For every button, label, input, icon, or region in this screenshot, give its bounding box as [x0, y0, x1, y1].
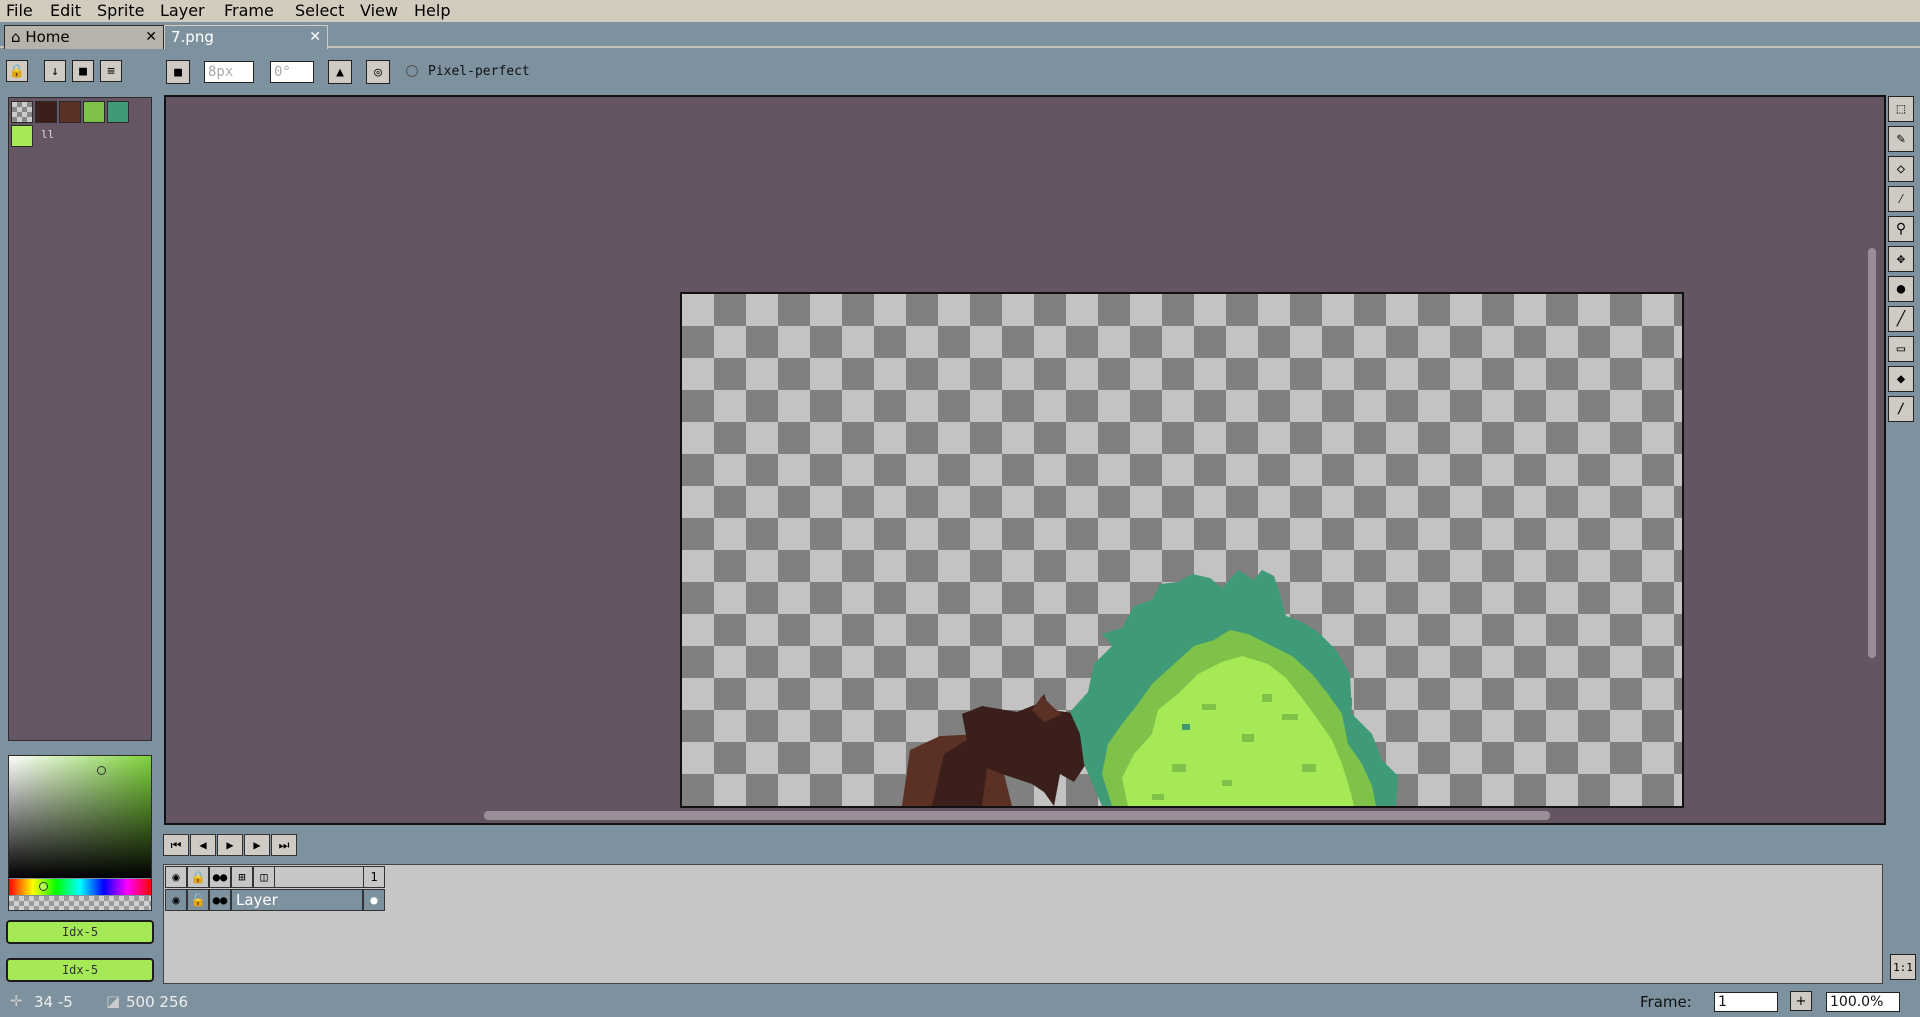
frame-label: Frame: [1640, 993, 1692, 1011]
sprite-size-icon: ◪ [106, 992, 121, 1010]
frame-header-1[interactable]: 1 [363, 866, 385, 888]
palette-swatch-2[interactable] [59, 101, 81, 123]
layer-group-icon[interactable]: ⊞ [231, 866, 253, 888]
cursor-position: 34 -5 [34, 993, 73, 1011]
menu-select[interactable]: Select [295, 1, 344, 20]
play-icon[interactable]: ▶ [217, 834, 243, 856]
cel-frame-1-icon[interactable]: ● [363, 889, 385, 911]
pixel-perfect-label: Pixel-perfect [428, 64, 530, 79]
spray-icon[interactable]: ∕ [1888, 396, 1914, 422]
zoom-1to1-button[interactable]: 1:1 [1890, 954, 1916, 980]
move-icon[interactable]: ✥ [1888, 246, 1914, 272]
lock-header-icon[interactable]: 🔒 [187, 866, 209, 888]
menu-help[interactable]: Help [414, 1, 450, 20]
timeline-panel: ◉ 🔒 ●● ⊞ ◫ 1 ◉ 🔓 ●● Layer ● [163, 864, 1883, 984]
pixel-perfect-checkbox[interactable] [406, 65, 418, 77]
menu-frame[interactable]: Frame [224, 1, 274, 20]
close-icon[interactable]: ✕ [309, 26, 321, 48]
sv-handle[interactable] [97, 766, 106, 775]
tool-bar: ⬚ ✎ ◇ ⁄ ⚲ ✥ ● ╱ ▭ ◆ ∕ [1884, 95, 1918, 425]
add-frame-icon[interactable]: + [1790, 991, 1812, 1011]
brush-angle-field[interactable]: 0° [270, 61, 314, 83]
tab-bar: ⌂ Home ✕ 7.png ✕ [0, 22, 1920, 49]
home-icon: ⌂ [11, 28, 21, 46]
onion-skin-icon[interactable]: ◫ [253, 866, 275, 888]
paint-bucket-icon[interactable]: ● [1888, 276, 1914, 302]
last-frame-icon[interactable]: ⏭ [271, 834, 297, 856]
menu-view[interactable]: View [360, 1, 398, 20]
alpha-slider[interactable] [9, 896, 151, 910]
dynamics-icon[interactable]: ◎ [366, 60, 390, 84]
sprite-image [902, 570, 1398, 806]
layer-lock-icon[interactable]: 🔓 [187, 889, 209, 911]
zoom-field[interactable]: 100.0% [1826, 992, 1900, 1012]
eraser-icon[interactable]: ◇ [1888, 156, 1914, 182]
palette-panel: ll [8, 97, 152, 741]
palette-options-icon[interactable]: ≡ [100, 60, 122, 82]
menu-sprite[interactable]: Sprite [97, 1, 144, 20]
close-icon[interactable]: ✕ [145, 26, 157, 48]
visibility-header-icon[interactable]: ◉ [165, 866, 187, 888]
sprite-size: 500 256 [126, 993, 189, 1011]
previous-frame-icon[interactable]: ◀ [190, 834, 216, 856]
color-picker[interactable] [8, 755, 152, 911]
vertical-scrollbar[interactable] [1868, 248, 1876, 658]
status-bar: ✛ 34 -5 ◪ 500 256 Frame: 1 + 100.0% [0, 990, 1920, 1017]
palette-swatch-1[interactable] [35, 101, 57, 123]
brush-size-field[interactable]: 8px [204, 61, 254, 83]
continuous-header-icon[interactable]: ●● [209, 866, 231, 888]
menu-edit[interactable]: Edit [50, 1, 81, 20]
contour-icon[interactable]: ◆ [1888, 366, 1914, 392]
layer-header [275, 866, 374, 888]
cursor-position-icon: ✛ [10, 992, 23, 1010]
palette-swatch-5[interactable] [11, 125, 33, 147]
palette-sort-icon[interactable]: ↓ [44, 60, 66, 82]
tab-home[interactable]: ⌂ Home ✕ [4, 25, 164, 49]
menu-layer[interactable]: Layer [160, 1, 205, 20]
ink-icon[interactable]: ▲ [328, 60, 352, 84]
first-frame-icon[interactable]: ⏮ [163, 834, 189, 856]
eyedropper-icon[interactable]: ⁄ [1888, 186, 1914, 212]
palette-swatch-4[interactable] [107, 101, 129, 123]
editor-canvas-area[interactable] [164, 95, 1886, 825]
rectangle-icon[interactable]: ▭ [1888, 336, 1914, 362]
palette-swatch-3[interactable] [83, 101, 105, 123]
palette-swatch-transparent[interactable] [11, 101, 33, 123]
layer-visibility-icon[interactable]: ◉ [165, 889, 187, 911]
tab-7png[interactable]: 7.png ✕ [164, 25, 328, 49]
tab-7png-label: 7.png [171, 28, 214, 46]
next-frame-icon[interactable]: ▶ [244, 834, 270, 856]
palette-index-label: ll [41, 128, 55, 141]
horizontal-scrollbar[interactable] [484, 811, 1550, 820]
frame-field[interactable]: 1 [1714, 992, 1778, 1012]
tab-home-label: Home [25, 28, 70, 46]
line-icon[interactable]: ╱ [1888, 306, 1914, 332]
layer-name[interactable]: Layer [231, 889, 363, 911]
layer-continuous-icon[interactable]: ●● [209, 889, 231, 911]
hue-handle[interactable] [39, 882, 48, 891]
palette-presets-icon[interactable]: ■ [72, 60, 94, 82]
menu-file[interactable]: File [6, 1, 33, 20]
saturation-value-area[interactable] [9, 756, 151, 878]
lock-icon[interactable]: 🔒 [6, 60, 28, 82]
rectangular-marquee-icon[interactable]: ⬚ [1888, 96, 1914, 122]
foreground-color-button[interactable]: Idx-5 [6, 920, 154, 944]
menu-bar: File Edit Sprite Layer Frame Select View Help [0, 0, 1920, 22]
sprite-canvas[interactable] [680, 292, 1684, 808]
zoom-icon[interactable]: ⚲ [1888, 216, 1914, 242]
hue-slider[interactable] [9, 879, 151, 895]
background-color-button[interactable]: Idx-5 [6, 958, 154, 982]
brush-type-icon[interactable]: ■ [166, 60, 190, 84]
pencil-icon[interactable]: ✎ [1888, 126, 1914, 152]
